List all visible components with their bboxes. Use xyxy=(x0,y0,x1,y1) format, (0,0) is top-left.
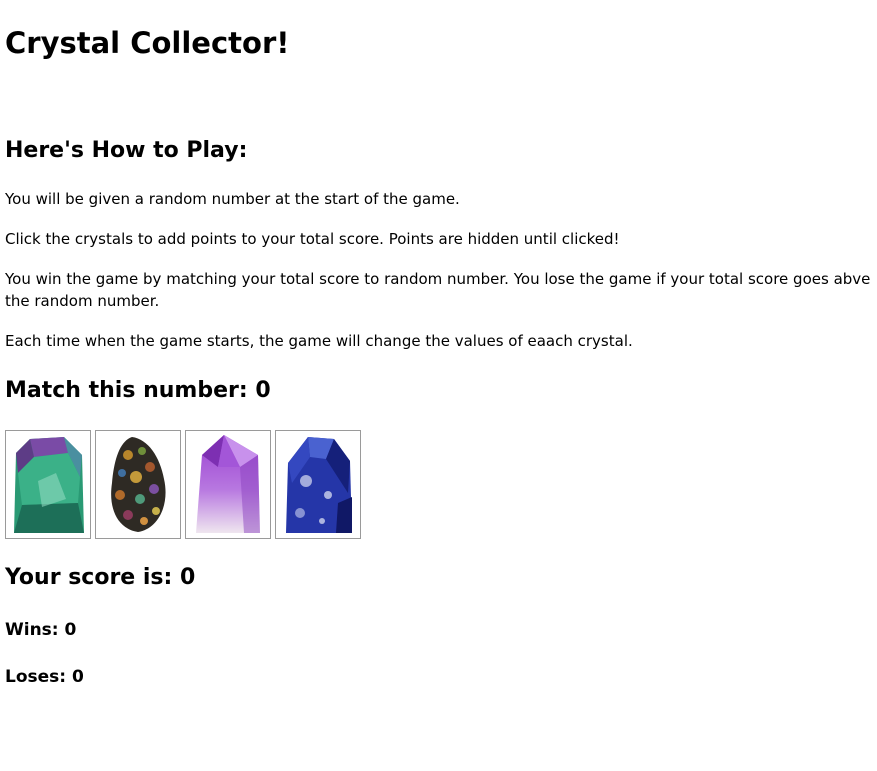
rule-text: You will be given a random number at the… xyxy=(5,190,460,208)
sodalite-crystal-icon xyxy=(286,437,352,533)
target-number-value: 0 xyxy=(255,378,271,403)
rule-text: Click the crystals to add points to your… xyxy=(5,230,620,248)
wins-label: Wins: xyxy=(5,620,65,640)
loses-counter: Loses: 0 xyxy=(5,665,84,689)
crystal-button-sodalite[interactable] xyxy=(275,430,361,539)
wins-value: 0 xyxy=(64,620,77,640)
amethyst-crystal-icon xyxy=(196,435,260,533)
rule-text: You win the game by matching your total … xyxy=(5,270,871,310)
instructions-heading: Here's How to Play: xyxy=(5,138,248,163)
crystal-button-amethyst[interactable] xyxy=(185,430,271,539)
score-label: Your score is: xyxy=(5,565,180,590)
crystal-button-green[interactable] xyxy=(5,430,91,539)
crystal-row xyxy=(5,430,361,539)
rule-text: Each time when the game starts, the game… xyxy=(5,332,633,350)
score-heading: Your score is: 0 xyxy=(5,563,195,593)
wins-counter: Wins: 0 xyxy=(5,618,76,642)
green-fluorite-crystal-icon xyxy=(14,437,84,533)
loses-label: Loses: xyxy=(5,667,72,687)
target-number-heading: Match this number: 0 xyxy=(5,376,271,406)
loses-value: 0 xyxy=(72,667,84,687)
rainbow-cluster-crystal-icon xyxy=(111,437,166,532)
page-title: Crystal Collector! xyxy=(5,26,290,60)
target-number-label: Match this number: xyxy=(5,378,256,403)
score-value: 0 xyxy=(179,565,196,590)
crystal-button-cluster[interactable] xyxy=(95,430,181,539)
